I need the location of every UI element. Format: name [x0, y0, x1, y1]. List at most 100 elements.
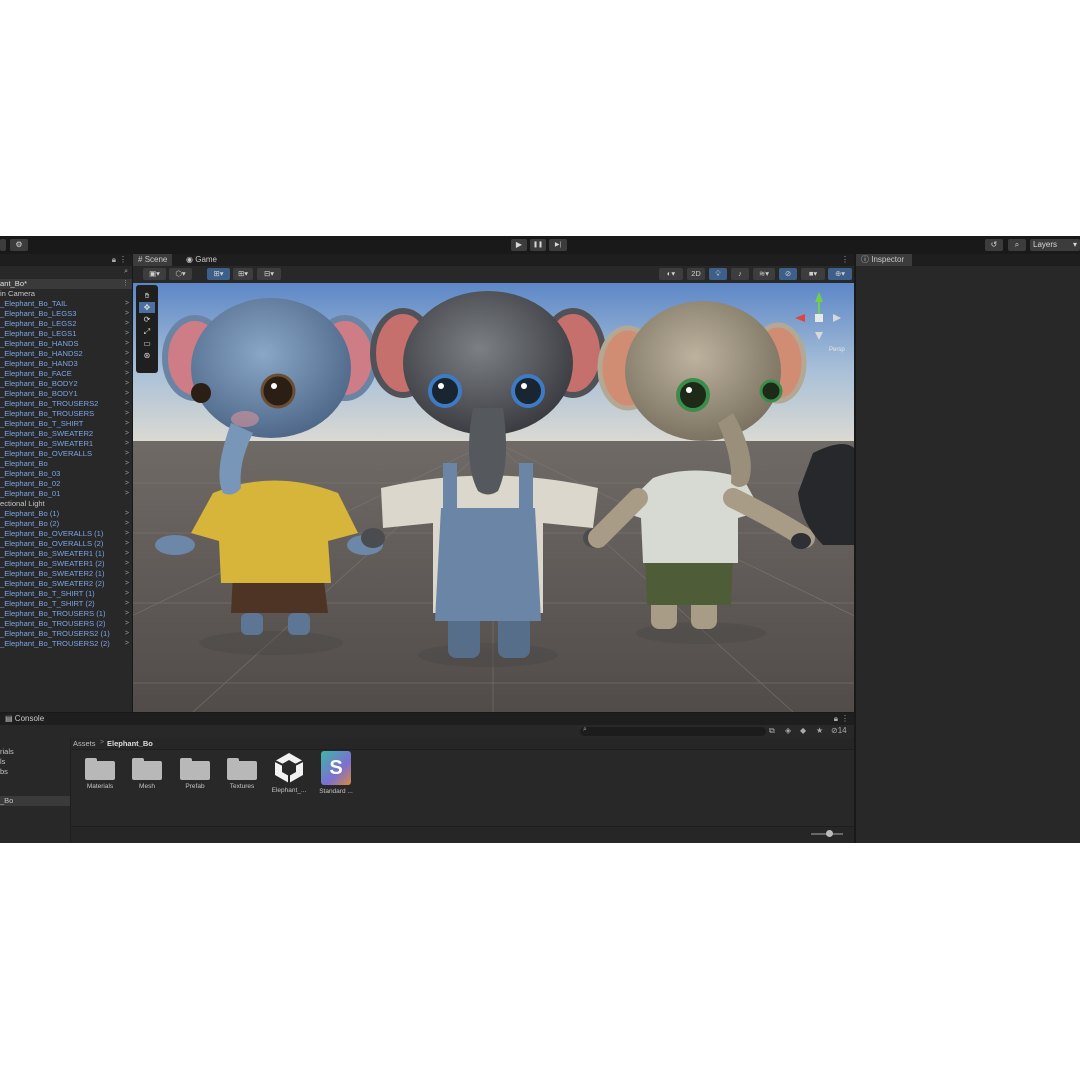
transform-tool-icon[interactable]: ⊛ [139, 350, 155, 361]
asset-item[interactable]: Elephant_... [265, 753, 313, 794]
asset-item[interactable]: Mesh [123, 758, 171, 790]
expand-arrow-icon[interactable]: > [125, 539, 129, 549]
hierarchy-item[interactable]: _Elephant_Bo_TROUSERS2 (1) > [0, 629, 132, 639]
expand-arrow-icon[interactable]: > [125, 509, 129, 519]
hierarchy-item[interactable]: _Elephant_Bo_BODY2 > [0, 379, 132, 389]
asset-item[interactable]: Prefab [171, 758, 219, 790]
layers-dropdown[interactable]: Layers ▾ [1030, 239, 1080, 251]
more-options-icon[interactable]: ⋮ [841, 255, 849, 264]
expand-arrow-icon[interactable]: > [125, 299, 129, 309]
expand-arrow-icon[interactable]: > [125, 589, 129, 599]
hierarchy-item[interactable]: _Elephant_Bo_T_SHIRT (2) > [0, 599, 132, 609]
expand-arrow-icon[interactable]: > [125, 349, 129, 359]
expand-arrow-icon[interactable]: > [125, 639, 129, 649]
expand-arrow-icon[interactable]: > [125, 459, 129, 469]
expand-arrow-icon[interactable]: > [125, 599, 129, 609]
hierarchy-item[interactable]: _Elephant_Bo_SWEATER1 > [0, 439, 132, 449]
zoom-slider-handle[interactable] [826, 830, 833, 837]
more-options-icon[interactable]: ⋮ [841, 714, 849, 723]
hierarchy-item[interactable]: _Elephant_Bo_OVERALLS > [0, 449, 132, 459]
hierarchy-item[interactable]: _Elephant_Bo_TAIL > [0, 299, 132, 309]
asset-item[interactable]: S Standard ... [312, 751, 360, 795]
expand-arrow-icon[interactable]: > [125, 359, 129, 369]
pause-button[interactable]: ❚❚ [530, 239, 546, 251]
hierarchy-root[interactable]: ant_Bo* ⋮ [0, 279, 132, 289]
hierarchy-item[interactable]: _Elephant_Bo_HANDS2 > [0, 349, 132, 359]
step-button[interactable]: ▶| [549, 239, 567, 251]
expand-arrow-icon[interactable]: > [125, 419, 129, 429]
folder-tree-item[interactable]: _Bo [0, 796, 70, 806]
hierarchy-item[interactable]: _Elephant_Bo_FACE > [0, 369, 132, 379]
hierarchy-item[interactable]: in Camera [0, 289, 132, 299]
lighting-toggle[interactable]: 💡︎ [709, 268, 727, 280]
draw-mode-dropdown[interactable]: ▣▾ [143, 268, 166, 280]
play-button[interactable]: ▶ [511, 239, 527, 251]
effects-dropdown[interactable]: ≋▾ [753, 268, 775, 280]
expand-arrow-icon[interactable]: > [125, 409, 129, 419]
hierarchy-item[interactable]: _Elephant_Bo_LEGS3 > [0, 309, 132, 319]
hierarchy-item[interactable]: _Elephant_Bo_TROUSERS (2) > [0, 619, 132, 629]
expand-arrow-icon[interactable]: > [125, 479, 129, 489]
hierarchy-item[interactable]: _Elephant_Bo_LEGS1 > [0, 329, 132, 339]
expand-arrow-icon[interactable]: > [125, 469, 129, 479]
label-filter-icon[interactable]: ◆ [800, 726, 806, 735]
asset-item[interactable]: Materials [76, 758, 124, 790]
hierarchy-item[interactable]: _Elephant_Bo_SWEATER2 (1) > [0, 569, 132, 579]
hierarchy-item[interactable]: _Elephant_Bo > [0, 459, 132, 469]
shading-dropdown[interactable]: ⬡▾ [169, 268, 192, 280]
hierarchy-item[interactable]: _Elephant_Bo_LEGS2 > [0, 319, 132, 329]
cloud-settings-button[interactable]: ⚙ [10, 239, 28, 251]
hierarchy-item[interactable]: ectional Light [0, 499, 132, 509]
hidden-packages-toggle[interactable]: ⊘14 [831, 726, 847, 735]
grid-toggle[interactable]: ⊞▾ [233, 268, 253, 280]
expand-arrow-icon[interactable]: > [125, 569, 129, 579]
folder-tree-item[interactable]: rials [0, 747, 70, 757]
camera-dropdown[interactable]: ■▾ [801, 268, 825, 280]
hierarchy-item[interactable]: _Elephant_Bo_T_SHIRT (1) > [0, 589, 132, 599]
hierarchy-item[interactable]: _Elephant_Bo_HAND3 > [0, 359, 132, 369]
hierarchy-item[interactable]: _Elephant_Bo_01 > [0, 489, 132, 499]
rotate-tool-icon[interactable]: ⟳ [139, 314, 155, 325]
expand-arrow-icon[interactable]: > [125, 579, 129, 589]
hierarchy-item[interactable]: _Elephant_Bo_BODY1 > [0, 389, 132, 399]
expand-arrow-icon[interactable]: > [125, 329, 129, 339]
breadcrumb-current[interactable]: Elephant_Bo [107, 739, 153, 748]
expand-arrow-icon[interactable]: > [125, 529, 129, 539]
hierarchy-item[interactable]: _Elephant_Bo_OVERALLS (2) > [0, 539, 132, 549]
expand-arrow-icon[interactable]: > [125, 549, 129, 559]
tab-game[interactable]: ◉ Game [181, 254, 222, 266]
hierarchy-item[interactable]: _Elephant_Bo_03 > [0, 469, 132, 479]
undo-history-button[interactable]: ↺ [985, 239, 1003, 251]
search-icon[interactable]: ⌕ [124, 268, 128, 276]
hierarchy-item[interactable]: _Elephant_Bo_TROUSERS > [0, 409, 132, 419]
expand-arrow-icon[interactable]: > [125, 309, 129, 319]
tab-scene[interactable]: # Scene [133, 254, 173, 266]
account-button[interactable] [0, 239, 6, 251]
tab-console[interactable]: ▤ Console [0, 713, 49, 725]
snap-toggle[interactable]: ⊟▾ [257, 268, 281, 280]
asset-item[interactable]: Textures [218, 758, 266, 790]
more-options-icon[interactable]: ⋮ [122, 279, 129, 289]
expand-arrow-icon[interactable]: > [125, 339, 129, 349]
hierarchy-item[interactable]: _Elephant_Bo_OVERALLS (1) > [0, 529, 132, 539]
gizmos-dropdown[interactable]: ⊕▾ [828, 268, 852, 280]
expand-arrow-icon[interactable]: > [125, 369, 129, 379]
hierarchy-item[interactable]: _Elephant_Bo_SWEATER2 (2) > [0, 579, 132, 589]
hierarchy-item[interactable]: _Elephant_Bo_SWEATER1 (1) > [0, 549, 132, 559]
rect-tool-icon[interactable]: ▭ [139, 338, 155, 349]
expand-arrow-icon[interactable]: > [125, 449, 129, 459]
gizmo-toggle[interactable]: ⊞▾ [207, 268, 230, 280]
expand-arrow-icon[interactable]: > [125, 629, 129, 639]
2d-toggle[interactable]: 2D [687, 268, 705, 280]
hierarchy-item[interactable]: _Elephant_Bo_SWEATER1 (2) > [0, 559, 132, 569]
hierarchy-item[interactable]: _Elephant_Bo_TROUSERS2 (2) > [0, 639, 132, 649]
type-filter-icon[interactable]: ◈ [785, 726, 791, 735]
hierarchy-item[interactable]: _Elephant_Bo_TROUSERS2 > [0, 399, 132, 409]
lock-icon[interactable]: 🔒︎ [112, 255, 116, 265]
hierarchy-item[interactable]: _Elephant_Bo (1) > [0, 509, 132, 519]
lock-icon[interactable]: 🔒︎ [834, 714, 838, 724]
scene-viewport[interactable]: Persp ✋︎ ✥ ⟳ ⤢ ▭ ⊛ [133, 283, 854, 712]
tab-inspector[interactable]: ⓘ Inspector [856, 254, 912, 266]
folder-tree-item[interactable]: bs [0, 767, 70, 777]
breadcrumb-root[interactable]: Assets [73, 739, 96, 748]
